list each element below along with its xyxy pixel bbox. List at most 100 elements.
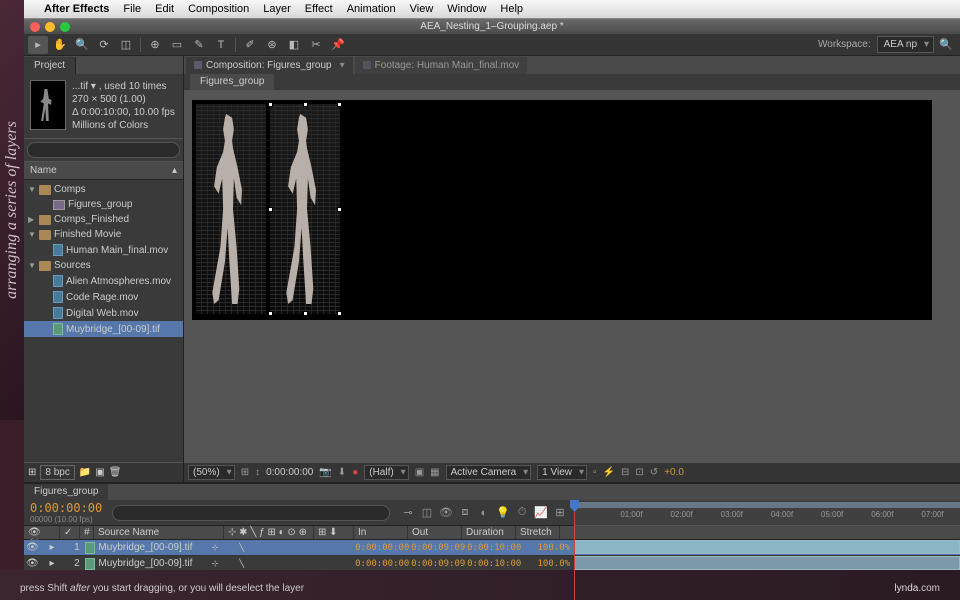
tree-item[interactable]: ▼Finished Movie [24, 227, 183, 242]
viewer-canvas-area[interactable] [184, 90, 960, 462]
clone-tool-icon[interactable]: ⊛ [262, 36, 282, 54]
motion-blur-icon[interactable]: ◐ [476, 505, 492, 521]
layer-switches-icon[interactable]: ⊞ [552, 505, 568, 521]
work-area-bar[interactable] [574, 502, 960, 508]
project-search-input[interactable] [27, 142, 180, 158]
layer-duration-bar[interactable] [574, 556, 960, 570]
zoom-tool-icon[interactable]: 🔍 [72, 36, 92, 54]
footage-viewer-tab[interactable]: Footage: Human Main_final.mov [355, 57, 528, 74]
camera-tool-icon[interactable]: ◫ [116, 36, 136, 54]
menu-animation[interactable]: Animation [347, 3, 396, 15]
zoom-dropdown[interactable]: (50%) [188, 465, 235, 480]
trash-icon[interactable]: 🗑 [109, 467, 122, 478]
comp-mini-flowchart-icon[interactable]: ⊸ [400, 505, 416, 521]
transparency-icon[interactable]: ▦ [430, 467, 439, 478]
draft3d-icon[interactable]: ◫ [419, 505, 435, 521]
app-menu[interactable]: After Effects [44, 3, 109, 15]
roi-icon[interactable]: ▣ [415, 467, 424, 478]
tree-item[interactable]: Digital Web.mov [24, 305, 183, 321]
mac-menubar: After Effects File Edit Composition Laye… [24, 0, 960, 18]
frame-blend-icon[interactable]: ⧈ [457, 505, 473, 521]
layer-figure-1[interactable] [196, 104, 266, 314]
current-time[interactable]: 0:00:00:00 [30, 501, 102, 515]
menu-file[interactable]: File [123, 3, 141, 15]
menu-edit[interactable]: Edit [155, 3, 174, 15]
guides-icon[interactable]: ↕ [255, 467, 260, 478]
comp-subtab[interactable]: Figures_group [190, 74, 274, 90]
pen-tool-icon[interactable]: ✎ [189, 36, 209, 54]
new-folder-icon[interactable]: 📁 [79, 467, 91, 478]
resolution-dropdown[interactable]: (Half) [364, 465, 408, 480]
snapshot-icon[interactable]: 📷 [319, 467, 331, 478]
tif-icon [85, 558, 95, 570]
tree-item[interactable]: Muybridge_[00-09].tif [24, 321, 183, 337]
camera-dropdown[interactable]: Active Camera [446, 465, 532, 480]
puppet-tool-icon[interactable]: 📌 [328, 36, 348, 54]
eraser-tool-icon[interactable]: ◧ [284, 36, 304, 54]
timeline-icon[interactable]: ⊟ [621, 467, 629, 478]
tree-item[interactable]: ▼Comps [24, 182, 183, 197]
flowchart-icon[interactable]: ⊡ [635, 467, 643, 478]
hide-shy-icon[interactable]: 👁 [438, 505, 454, 521]
menu-help[interactable]: Help [500, 3, 523, 15]
mov-icon [53, 244, 63, 256]
timeline-tab[interactable]: Figures_group [24, 484, 108, 500]
exposure-reset-icon[interactable]: ↺ [650, 467, 658, 478]
zoom-icon[interactable] [60, 22, 70, 32]
tree-item[interactable]: Human Main_final.mov [24, 242, 183, 258]
composition-canvas[interactable] [192, 100, 932, 320]
time-display[interactable]: 0:00:00:00 [266, 467, 313, 478]
type-tool-icon[interactable]: T [211, 36, 231, 54]
timeline-search-input[interactable] [112, 505, 390, 521]
name-column-header[interactable]: Name▴ [24, 162, 183, 180]
visibility-icon[interactable]: 👁 [26, 558, 38, 569]
rotate-tool-icon[interactable]: ⟳ [94, 36, 114, 54]
project-tree[interactable]: ▼CompsFigures_group▶Comps_Finished▼Finis… [24, 180, 183, 462]
project-footer: ⊞ 8 bpc 📁 ▣ 🗑 [24, 462, 183, 482]
menu-layer[interactable]: Layer [263, 3, 291, 15]
fast-preview-icon[interactable]: ⚡ [603, 467, 615, 478]
layer-figure-2[interactable] [270, 104, 340, 314]
brush-tool-icon[interactable]: ✐ [240, 36, 260, 54]
selection-tool-icon[interactable]: ▸ [28, 36, 48, 54]
rect-tool-icon[interactable]: ▭ [167, 36, 187, 54]
hand-tool-icon[interactable]: ✋ [50, 36, 70, 54]
views-dropdown[interactable]: 1 View [537, 465, 587, 480]
project-tab[interactable]: Project [24, 57, 76, 74]
tree-item[interactable]: ▼Sources [24, 258, 183, 273]
menu-window[interactable]: Window [447, 3, 486, 15]
mov-icon [53, 307, 63, 319]
tree-item[interactable]: Alien Atmospheres.mov [24, 273, 183, 289]
autokey-icon[interactable]: ⏱ [514, 505, 530, 521]
new-comp-icon[interactable]: ▣ [95, 467, 104, 478]
tree-item[interactable]: Code Rage.mov [24, 289, 183, 305]
tree-item[interactable]: ▶Comps_Finished [24, 212, 183, 227]
time-ruler[interactable]: 01:00f 02:00f 03:00f 04:00f 05:00f 06:00… [574, 500, 960, 526]
minimize-icon[interactable] [45, 22, 55, 32]
brainstorm-icon[interactable]: 💡 [495, 505, 511, 521]
comp-viewer-tab[interactable]: Composition: Figures_group▾ [186, 57, 353, 74]
workspace-dropdown[interactable]: AEA np [877, 36, 934, 53]
interpret-icon[interactable]: ⊞ [28, 467, 36, 478]
layer-list[interactable]: 👁▸1Muybridge_[00-09].tif⊹╲0:00:00:000:00… [24, 540, 960, 572]
layer-duration-bar[interactable] [574, 540, 960, 554]
panbehind-tool-icon[interactable]: ⊕ [145, 36, 165, 54]
channel-icon[interactable]: ⬇ [338, 467, 346, 478]
exposure-value[interactable]: +0.0 [664, 467, 684, 478]
visibility-icon[interactable]: 👁 [26, 542, 38, 553]
menu-composition[interactable]: Composition [188, 3, 249, 15]
tree-item[interactable]: Figures_group [24, 197, 183, 212]
menu-effect[interactable]: Effect [305, 3, 333, 15]
grid-icon[interactable]: ⊞ [241, 467, 249, 478]
pixel-aspect-icon[interactable]: ▫ [593, 467, 597, 478]
bpc-button[interactable]: 8 bpc [40, 465, 74, 480]
search-icon[interactable]: 🔍 [936, 36, 956, 54]
window-title: AEA_Nesting_1–Grouping.aep * [420, 21, 563, 32]
graph-editor-icon[interactable]: 📈 [533, 505, 549, 521]
rgb-icon[interactable]: ● [352, 467, 358, 478]
roto-tool-icon[interactable]: ✂ [306, 36, 326, 54]
playhead[interactable] [574, 500, 575, 600]
close-icon[interactable] [30, 22, 40, 32]
menu-view[interactable]: View [410, 3, 434, 15]
folder-icon [39, 185, 51, 195]
